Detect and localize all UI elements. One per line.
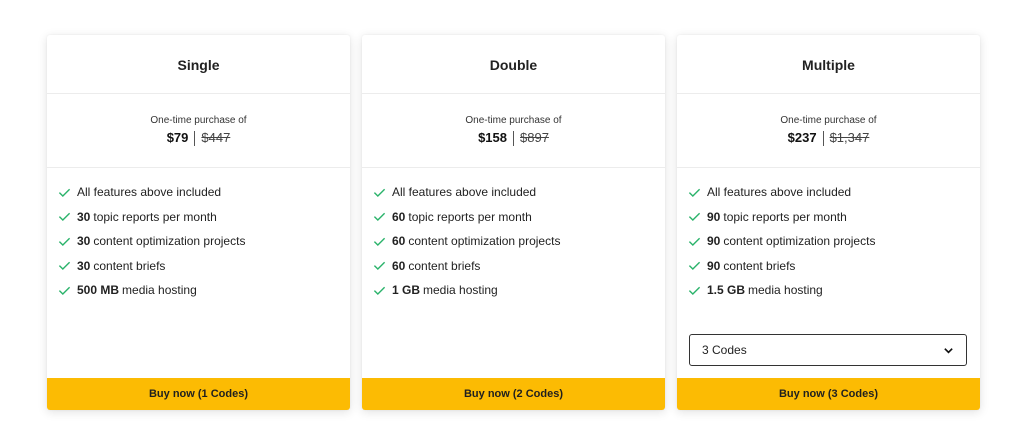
price-line: $158 $897 [362,130,665,146]
price-caption: One-time purchase of [150,115,247,126]
feature-text: content optimization projects [408,234,561,248]
feature-value: 90 [707,209,721,224]
codes-quantity-select[interactable]: 3 Codes [689,334,967,366]
feature-text: topic reports per month [408,209,532,224]
feature-text: All features above included [707,185,852,199]
current-price: $79 [166,130,189,145]
check-icon [373,261,386,271]
check-icon [58,188,71,197]
feature-text: All features above included [392,185,537,199]
check-icon [58,212,71,222]
feature-item: All features above included [373,184,665,200]
feature-text: content briefs [93,258,166,273]
check-icon [373,286,386,295]
feature-text: content optimization projects [93,234,246,248]
feature-item: 1.5 GB media hosting [688,282,980,298]
feature-value: 500 MB [77,283,120,297]
feature-text: content briefs [408,258,481,273]
feature-text: topic reports per month [93,209,217,224]
check-icon [688,212,701,222]
check-icon [373,237,386,246]
feature-value: 1 GB [392,283,421,297]
feature-item: 60 content briefs [373,258,665,274]
price-block: One-time purchase of $79 $447 [47,94,350,168]
feature-value: 90 [707,234,721,248]
check-icon [58,286,71,295]
price-block: One-time purchase of $237 $1,347 [677,94,980,168]
feature-item: 60 content optimization projects [373,233,665,249]
check-icon [688,188,701,197]
price-divider [513,130,514,146]
check-icon [58,261,71,271]
feature-value: 30 [77,209,91,224]
feature-text: content briefs [723,258,796,273]
feature-list: All features above included 30 topic repo… [47,168,350,298]
price-line: $237 $1,347 [677,130,980,146]
feature-item: 30 topic reports per month [58,209,350,225]
buy-now-button[interactable]: Buy now (2 Codes) [362,378,665,410]
feature-item: 90 content briefs [688,258,980,274]
check-icon [688,286,701,295]
plan-card-single: Single One-time purchase of $79 $447 All… [47,35,350,410]
feature-item: All features above included [58,184,350,200]
feature-text: content optimization projects [723,234,876,248]
feature-value: 1.5 GB [707,283,746,297]
feature-item: 60 topic reports per month [373,209,665,225]
price-line: $79 $447 [47,130,350,146]
plan-title: Double [362,35,665,94]
feature-text: media hosting [423,283,498,297]
feature-text: media hosting [748,283,823,297]
current-price: $237 [787,130,817,145]
feature-list: All features above included 90 topic repo… [677,168,980,298]
feature-text: All features above included [77,185,222,199]
check-icon [688,237,701,246]
pricing-cards: Single One-time purchase of $79 $447 All… [47,35,980,410]
feature-item: 30 content briefs [58,258,350,274]
feature-text: media hosting [122,283,197,297]
feature-item: 500 MB media hosting [58,282,350,298]
check-icon [373,212,386,222]
feature-item: 1 GB media hosting [373,282,665,298]
price-caption: One-time purchase of [780,115,877,126]
feature-item: 90 content optimization projects [688,233,980,249]
plan-title: Multiple [677,35,980,94]
chevron-down-icon [944,347,953,354]
current-price: $158 [478,130,507,145]
original-price: $1,347 [829,130,870,145]
feature-value: 30 [77,234,91,248]
feature-text: topic reports per month [723,209,847,224]
original-price: $897 [520,130,549,145]
check-icon [58,237,71,246]
select-value: 3 Codes [702,343,747,357]
price-divider [194,130,196,146]
feature-list: All features above included 60 topic repo… [362,168,665,298]
price-caption: One-time purchase of [465,115,562,126]
price-block: One-time purchase of $158 $897 [362,94,665,168]
plan-title: Single [47,35,350,94]
buy-now-button[interactable]: Buy now (1 Codes) [47,378,350,410]
original-price: $447 [201,130,231,145]
plan-card-multiple: Multiple One-time purchase of $237 $1,34… [677,35,980,410]
plan-card-double: Double One-time purchase of $158 $897 Al… [362,35,665,410]
feature-value: 60 [392,209,406,224]
check-icon [373,188,386,197]
check-icon [688,261,701,271]
price-divider [822,130,824,146]
feature-value: 60 [392,258,406,273]
feature-value: 30 [77,258,91,273]
buy-now-button[interactable]: Buy now (3 Codes) [677,378,980,410]
feature-item: 90 topic reports per month [688,209,980,225]
feature-value: 90 [707,258,721,273]
feature-value: 60 [392,234,406,248]
feature-item: All features above included [688,184,980,200]
feature-item: 30 content optimization projects [58,233,350,249]
